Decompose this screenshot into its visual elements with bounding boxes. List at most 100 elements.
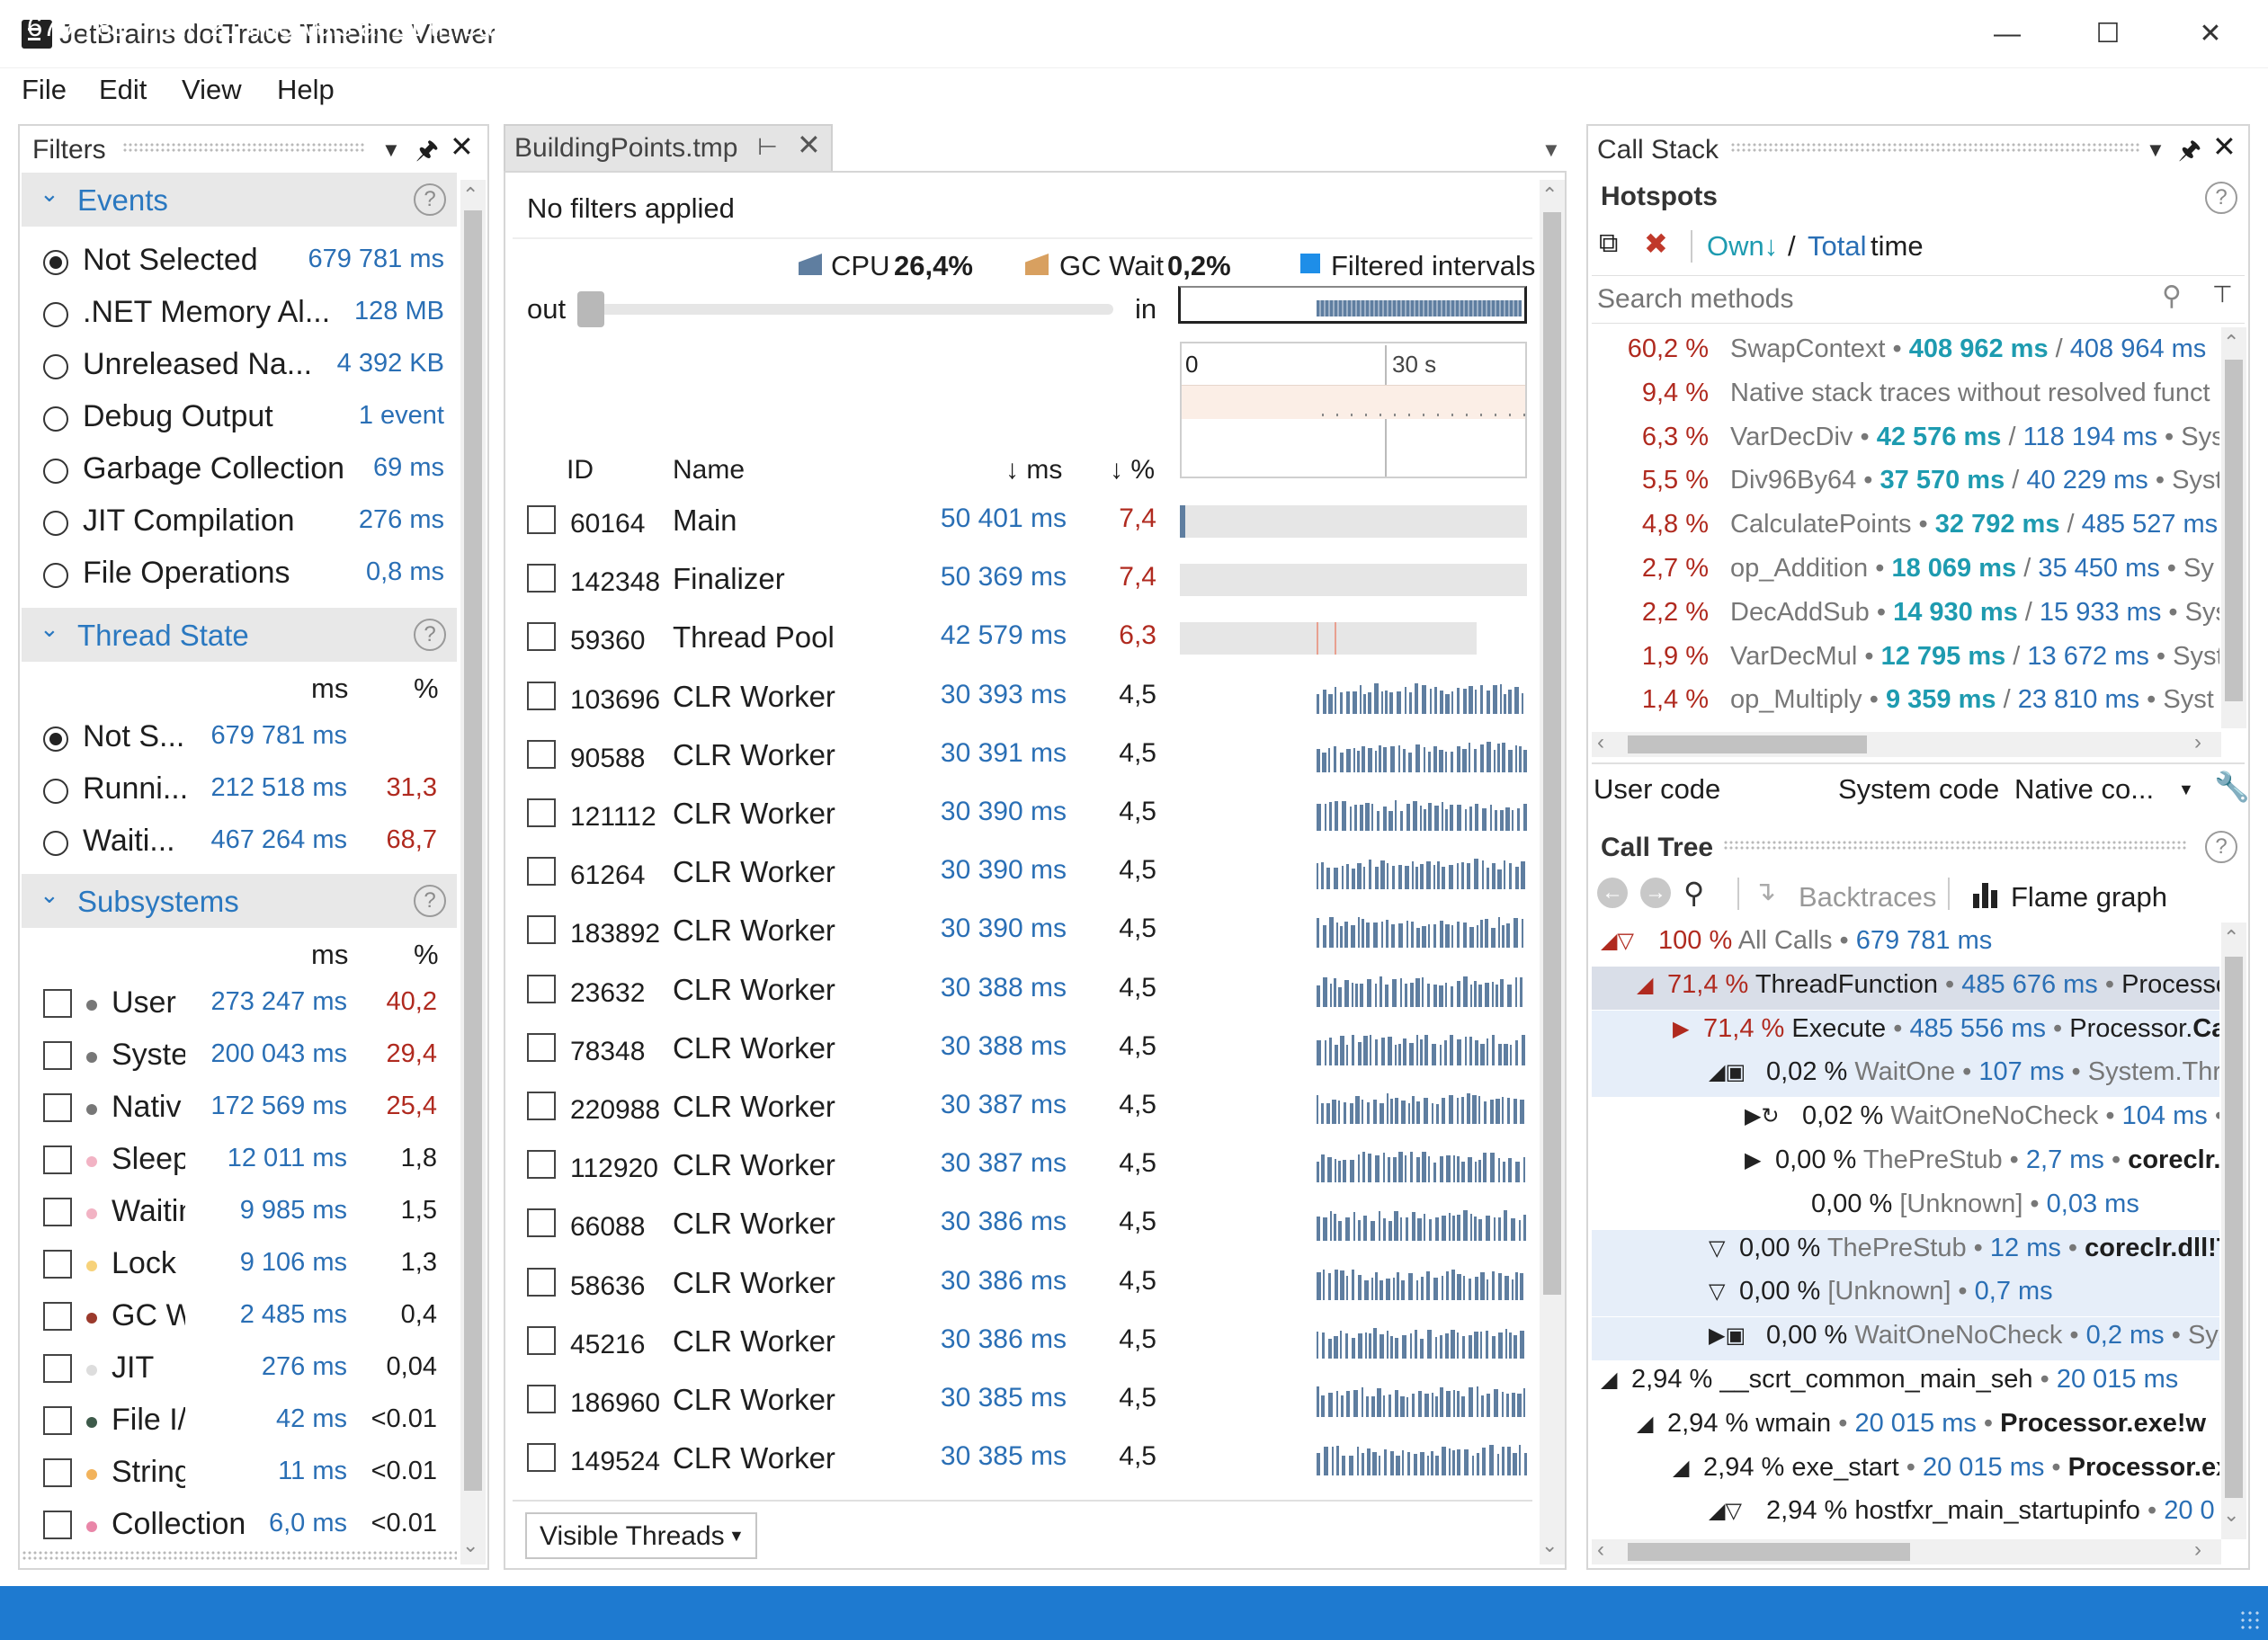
search-options-icon[interactable]: ⚲ <box>2162 281 2182 312</box>
hotspots-hscroll-thumb[interactable] <box>1628 735 1867 753</box>
resize-grip[interactable] <box>2239 1609 2261 1631</box>
pin-icon[interactable]: 🖈 <box>415 131 439 174</box>
calltree-row[interactable]: ◢ 2,94 % __scrt_common_main_seh • 20 015 … <box>1592 1361 2219 1404</box>
help-icon[interactable]: ? <box>414 885 446 917</box>
chevron-down-icon[interactable]: ⌄ <box>40 180 59 208</box>
subsystem-checkbox[interactable] <box>43 1354 72 1383</box>
subsystem-checkbox[interactable] <box>43 1041 72 1070</box>
help-icon[interactable]: ? <box>414 619 446 651</box>
thread-checkbox[interactable] <box>527 857 556 887</box>
thread-timeline-bar[interactable] <box>1317 1386 1527 1417</box>
thread-checkbox[interactable] <box>527 681 556 710</box>
hotspots-vscroll-thumb[interactable] <box>2225 360 2243 701</box>
column-ms[interactable]: ↓ ms <box>1005 455 1062 486</box>
close-icon[interactable]: ✕ <box>2183 13 2237 56</box>
column-id[interactable]: ID <box>567 455 594 486</box>
subsystem-checkbox[interactable] <box>43 1302 72 1331</box>
calltree-row[interactable]: ◢▣ 0,02 % WaitOne • 107 ms • System.Threa… <box>1592 1054 2219 1098</box>
close-icon[interactable]: ✕ <box>797 128 821 162</box>
backtraces-button[interactable]: Backtraces <box>1799 881 1936 914</box>
scroll-up-icon[interactable]: ⌃ <box>462 183 478 207</box>
thread-timeline-bar[interactable] <box>1317 682 1527 714</box>
search-methods-input[interactable] <box>1597 281 2137 318</box>
event-radio[interactable] <box>43 511 68 536</box>
thread-checkbox[interactable] <box>527 564 556 593</box>
scroll-left-icon[interactable]: ‹ <box>1597 1538 1604 1563</box>
thread-checkbox[interactable] <box>527 1385 556 1413</box>
pin-icon[interactable]: ⊢ <box>757 133 778 161</box>
subsystem-checkbox[interactable] <box>43 1145 72 1174</box>
calltree-row[interactable]: ◢▽ 2,94 % hostfxr_main_startupinfo • 20 0 <box>1592 1493 2219 1536</box>
hotspot-row[interactable]: 2,7 % op_Addition • 18 069 ms / 35 450 ms… <box>1592 554 2219 595</box>
thread-timeline-bar[interactable] <box>1317 1327 1527 1359</box>
thread-timeline-bar[interactable] <box>1180 564 1527 597</box>
hotspot-row[interactable]: 2,2 % DecAddSub • 14 930 ms / 15 933 ms •… <box>1592 598 2219 639</box>
thread-checkbox[interactable] <box>527 1208 556 1238</box>
event-radio[interactable] <box>43 302 68 327</box>
scroll-down-icon[interactable]: ⌄ <box>2223 1503 2239 1527</box>
thread-timeline-bar[interactable] <box>1317 976 1527 1007</box>
thread-checkbox[interactable] <box>527 739 556 769</box>
thread-checkbox[interactable] <box>527 798 556 827</box>
minimize-icon[interactable]: — <box>1980 13 2034 56</box>
event-radio[interactable] <box>43 406 68 432</box>
thread-checkbox[interactable] <box>527 1443 556 1473</box>
copy-icon[interactable]: ⧉ <box>1599 228 1618 259</box>
tree-expander-icon[interactable]: ◢▽ <box>1601 928 1634 954</box>
tree-expander-icon[interactable]: ▽ <box>1709 1279 1725 1305</box>
thread-state-radio[interactable] <box>43 831 68 856</box>
user-code-filter[interactable]: User code <box>1594 773 1720 806</box>
event-radio[interactable] <box>43 563 68 588</box>
menu-file[interactable]: File <box>22 74 67 106</box>
native-code-filter[interactable]: Native co... <box>2014 773 2154 806</box>
help-icon[interactable]: ? <box>414 183 446 216</box>
subsystem-checkbox[interactable] <box>43 1093 72 1122</box>
thread-timeline-bar[interactable] <box>1317 859 1527 890</box>
chevron-down-icon[interactable]: ▼ <box>2146 138 2165 162</box>
thread-state-radio[interactable] <box>43 779 68 804</box>
zoom-slider-track[interactable] <box>583 304 1113 315</box>
backtraces-icon[interactable]: ↴ <box>1754 876 1776 907</box>
calltree-row[interactable]: ▶▣ 0,00 % WaitOneNoCheck • 0,2 ms • Syste… <box>1592 1317 2219 1361</box>
thread-timeline-bar[interactable] <box>1317 1152 1527 1183</box>
close-icon[interactable]: ✕ <box>450 129 474 164</box>
zoom-slider-thumb[interactable] <box>577 291 604 327</box>
scroll-up-icon[interactable]: ⌃ <box>2223 331 2239 354</box>
flame-graph-icon[interactable] <box>1973 883 1998 908</box>
thread-checkbox[interactable] <box>527 915 556 945</box>
thread-timeline-bar[interactable] <box>1317 1269 1527 1300</box>
calltree-row[interactable]: ▶ 0,00 % ThePreStub • 2,7 ms • coreclr.dl… <box>1592 1142 2219 1185</box>
thread-timeline-bar[interactable] <box>1180 622 1477 655</box>
event-radio[interactable] <box>43 250 68 275</box>
tree-expander-icon[interactable]: ▶▣ <box>1709 1323 1746 1349</box>
thread-timeline-bar[interactable] <box>1180 505 1527 538</box>
thread-timeline-bar[interactable] <box>1317 1445 1527 1476</box>
calltree-row[interactable]: ◢ 2,94 % exe_start • 20 015 ms • Processo… <box>1592 1449 2219 1493</box>
tree-expander-icon[interactable]: ◢ <box>1637 1411 1653 1437</box>
column-name[interactable]: Name <box>673 455 745 486</box>
wrench-icon[interactable]: 🔧 <box>2214 770 2250 804</box>
calltree-hscroll-thumb[interactable] <box>1628 1543 1910 1561</box>
chevron-down-icon[interactable]: ▼ <box>2178 780 2194 799</box>
thread-checkbox[interactable] <box>527 505 556 534</box>
help-icon[interactable]: ? <box>2205 831 2237 863</box>
calltree-row[interactable]: ◢ 2,94 % wmain • 20 015 ms • Processor.ex… <box>1592 1405 2219 1448</box>
scroll-left-icon[interactable]: ‹ <box>1597 730 1604 755</box>
maximize-icon[interactable]: ☐ <box>2081 13 2135 56</box>
thread-checkbox[interactable] <box>527 622 556 652</box>
thread-checkbox[interactable] <box>527 1092 556 1120</box>
menu-help[interactable]: Help <box>277 74 335 106</box>
calltree-row[interactable]: 0,00 % [Unknown] • 0,03 ms <box>1592 1186 2219 1229</box>
menu-view[interactable]: View <box>182 74 242 106</box>
thread-checkbox[interactable] <box>527 1150 556 1180</box>
thread-timeline-bar[interactable] <box>1317 917 1527 949</box>
scroll-up-icon[interactable]: ⌃ <box>1541 183 1558 207</box>
hotspot-row[interactable]: 1,4 % op_Multiply • 9 359 ms / 23 810 ms … <box>1592 685 2219 726</box>
hotspot-row[interactable]: 1,9 % VarDecMul • 12 795 ms / 13 672 ms •… <box>1592 642 2219 683</box>
calltree-row[interactable]: ▶ 71,4 % Execute • 485 556 ms • Processor… <box>1592 1010 2219 1054</box>
calltree-vscroll-thumb[interactable] <box>2225 957 2243 1498</box>
thread-timeline-bar[interactable] <box>1317 800 1527 831</box>
help-icon[interactable]: ? <box>2205 182 2237 214</box>
tree-expander-icon[interactable]: ▽ <box>1709 1235 1725 1261</box>
back-icon[interactable]: ← <box>1597 878 1628 908</box>
